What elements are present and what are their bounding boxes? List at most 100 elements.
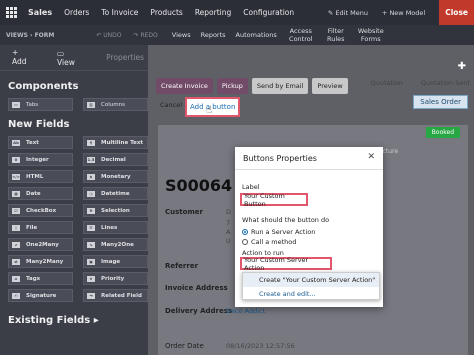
field-label: Image (101, 258, 121, 265)
dialog-title: Buttons Properties (235, 147, 383, 170)
invoice-address-label: Invoice Address (165, 284, 228, 292)
tags-icon: ⌂ (12, 275, 20, 282)
delivery-address-value[interactable]: Deco Addict (226, 307, 265, 315)
dropdown-create-option[interactable]: Create "Your Custom Server Action" (243, 273, 379, 287)
add-button-icon[interactable]: ✚ (458, 61, 466, 72)
component-columns[interactable]: ▥ Columns (83, 98, 148, 111)
field-label: Date (26, 190, 41, 197)
existing-fields-toggle[interactable]: Existing Fields ▸ (8, 315, 99, 326)
field-tags[interactable]: ⌂ Tags (8, 272, 73, 285)
component-tabs[interactable]: ▭ Tabs (8, 98, 73, 111)
undo-button[interactable]: ↶ UNDO (96, 32, 121, 39)
cancel-button[interactable]: Cancel (160, 101, 182, 109)
status-sales-order[interactable]: Sales Order (413, 95, 468, 109)
many2many-icon: ⇄ (12, 258, 20, 265)
customer-label: Customer (165, 208, 203, 216)
customer-value-2: 7 (226, 219, 231, 227)
field-selection[interactable]: ≡ Selection (83, 204, 148, 217)
field-label: File (26, 224, 38, 231)
datetime-icon: ◷ (87, 190, 95, 197)
tab-automations[interactable]: Automations (236, 31, 277, 39)
field-checkbox[interactable]: ☑ CheckBox (8, 204, 73, 217)
field-signature[interactable]: ✍ Signature (8, 289, 73, 302)
status-quotation-sent[interactable]: Quotation Sent (421, 79, 470, 87)
field-lines[interactable]: ☰ Lines (83, 221, 148, 234)
many2one-icon: ⤷ (87, 241, 95, 248)
order-date-value: 08/16/2023 12:57:56 (226, 342, 295, 350)
label-input[interactable]: Your Custom Button (240, 192, 308, 208)
field-decimal[interactable]: 1.5 Decimal (83, 153, 148, 166)
create-invoice-button[interactable]: Create Invoice (156, 78, 213, 94)
menu-products[interactable]: Products (150, 8, 182, 17)
sidebar-tab-view[interactable]: ▭ View (53, 43, 88, 73)
apps-menu-icon[interactable] (6, 6, 18, 19)
field-many2many[interactable]: ⇄ Many2Many (8, 255, 73, 268)
close-studio-button[interactable]: Close (439, 0, 474, 25)
field-text[interactable]: Ab Text (8, 136, 73, 149)
field-image[interactable]: ▣ Image (83, 255, 148, 268)
radio-unselected-icon (242, 239, 248, 245)
order-number: S00064 (165, 176, 233, 195)
field-one2many[interactable]: ⤶ One2Many (8, 238, 73, 251)
field-label: Multiline Text (101, 139, 144, 146)
field-integer[interactable]: 0 Integer (8, 153, 73, 166)
dropdown-create-and-edit-option[interactable]: Create and edit... (243, 287, 379, 301)
field-many2one[interactable]: ⤷ Many2One (83, 238, 148, 251)
field-label: Related Field (101, 292, 142, 299)
tab-reports[interactable]: Reports (201, 31, 226, 39)
radio-call-method[interactable]: Call a method (242, 238, 296, 246)
field-label: Signature (26, 292, 57, 299)
preview-button[interactable]: Preview (312, 78, 348, 94)
field-label: CheckBox (26, 207, 57, 214)
monetary-icon: $ (87, 173, 95, 180)
field-datetime[interactable]: ◷ Datetime (83, 187, 148, 200)
tab-website-forms[interactable]: Website Forms (357, 27, 385, 43)
field-label: Priority (101, 275, 125, 282)
field-monetary[interactable]: $ Monetary (83, 170, 148, 183)
component-label: Tabs (26, 101, 39, 108)
field-date[interactable]: ▦ Date (8, 187, 73, 200)
image-icon: ▣ (87, 258, 95, 265)
send-by-email-button[interactable]: Send by Email (251, 78, 309, 94)
tab-access-control[interactable]: Access Control (287, 27, 315, 43)
integer-icon: 0 (12, 156, 20, 163)
new-fields-title: New Fields (8, 119, 70, 130)
components-title: Components (8, 81, 79, 92)
field-label: HTML (26, 173, 44, 180)
menu-to-invoice[interactable]: To Invoice (101, 8, 138, 17)
breadcrumb[interactable]: VIEWS › FORM (6, 32, 54, 39)
radio-server-action-label: Run a Server Action (251, 228, 316, 236)
tab-views[interactable]: Views (172, 31, 191, 39)
radio-server-action[interactable]: Run a Server Action (242, 228, 315, 236)
add-a-button[interactable]: Add a button (185, 97, 241, 117)
field-label: Monetary (101, 173, 131, 180)
edit-menu-button[interactable]: ✎ Edit Menu (328, 9, 368, 17)
sidebar-tab-add[interactable]: + Add (8, 42, 39, 74)
header-buttons: Create Invoice Pickup Send by Email Prev… (156, 78, 348, 94)
field-priority[interactable]: ★ Priority (83, 272, 148, 285)
field-html[interactable]: </> HTML (8, 170, 73, 183)
menu-reporting[interactable]: Reporting (195, 8, 231, 17)
field-label: Selection (101, 207, 130, 214)
sidebar-tab-properties[interactable]: Properties (102, 47, 148, 68)
app-name[interactable]: Sales (28, 8, 52, 17)
menu-orders[interactable]: Orders (64, 8, 89, 17)
server-action-input[interactable]: Your Custom Server Action (240, 256, 332, 272)
tab-filter-rules[interactable]: Filter Rules (325, 27, 347, 43)
component-label: Columns (101, 101, 125, 108)
priority-icon: ★ (87, 275, 95, 282)
menu-configuration[interactable]: Configuration (243, 8, 294, 17)
field-label: Datetime (101, 190, 130, 197)
pickup-button[interactable]: Pickup (216, 78, 248, 94)
field-label: Decimal (101, 156, 126, 163)
file-icon: ▯ (12, 224, 20, 231)
status-quotation[interactable]: Quotation (371, 79, 403, 87)
field-file[interactable]: ▯ File (8, 221, 73, 234)
new-model-button[interactable]: + New Model (382, 9, 425, 17)
field-multiline-text[interactable]: ¶ Multiline Text (83, 136, 148, 149)
redo-button[interactable]: ↷ REDO (134, 32, 158, 39)
field-related-field[interactable]: ⤳ Related Field (83, 289, 148, 302)
related-field-icon: ⤳ (87, 292, 95, 299)
customer-value-1: D (226, 208, 232, 216)
close-icon[interactable]: ✕ (367, 152, 375, 162)
